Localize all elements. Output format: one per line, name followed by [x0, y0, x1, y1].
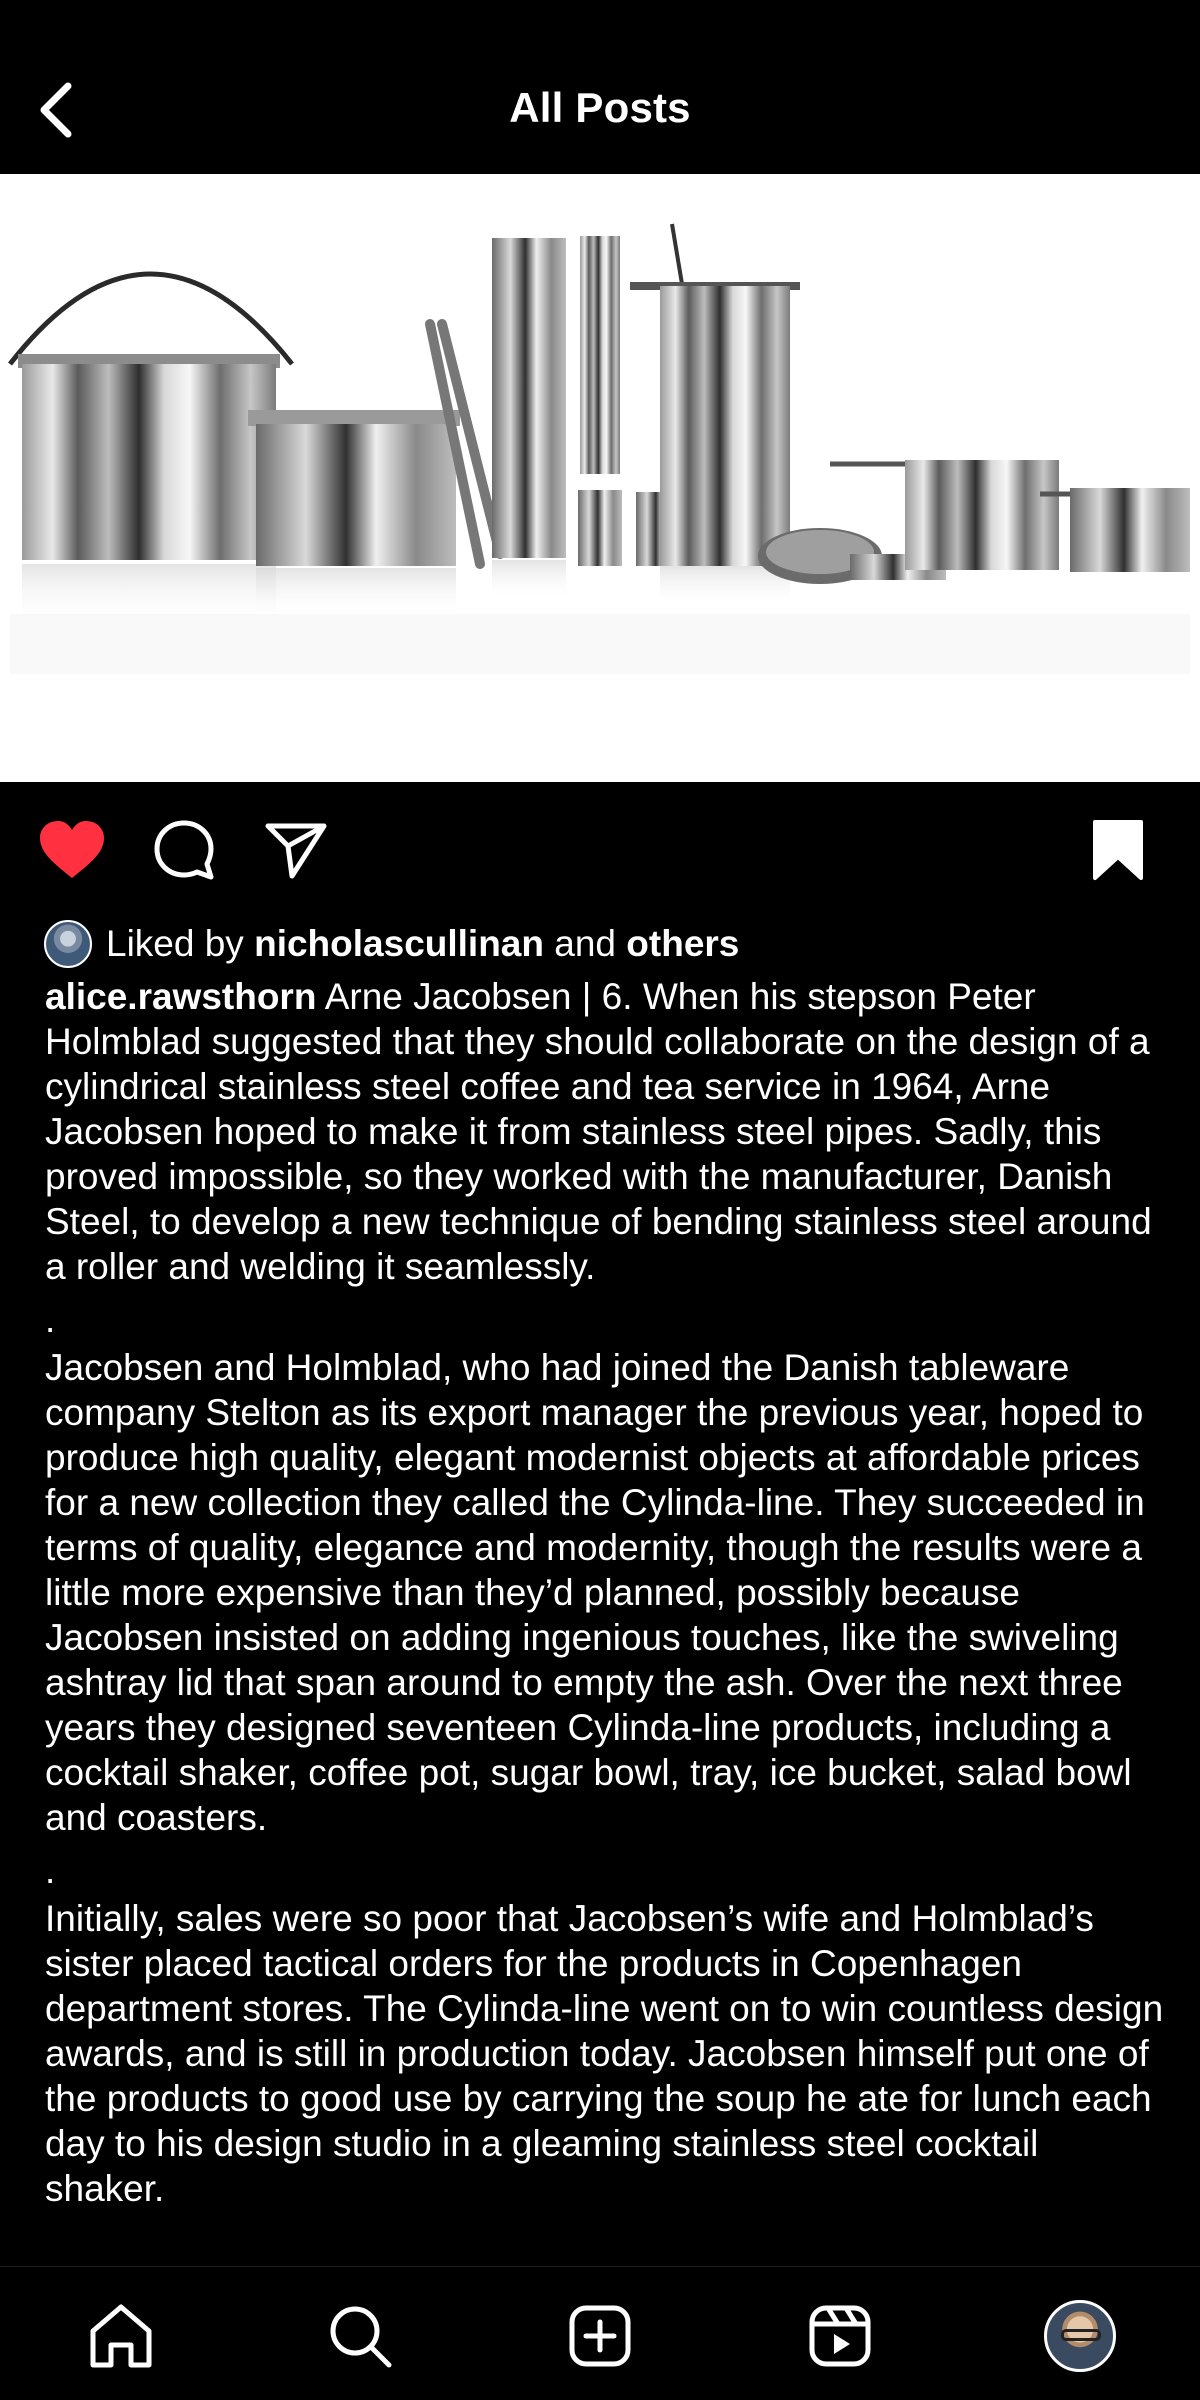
- tab-create[interactable]: [555, 2291, 645, 2381]
- like-button[interactable]: [34, 800, 110, 900]
- top-bar: All Posts: [0, 0, 1200, 174]
- search-icon: [330, 2306, 392, 2368]
- tab-profile[interactable]: [1035, 2291, 1125, 2381]
- heart-filled-icon: [40, 821, 104, 878]
- bottom-tab-bar: [0, 2266, 1200, 2400]
- liker-avatar: [44, 920, 92, 968]
- reels-icon: [809, 2305, 871, 2367]
- page-title: All Posts: [509, 84, 691, 131]
- home-icon: [90, 2304, 152, 2368]
- profile-avatar: [1044, 2300, 1116, 2372]
- post-caption: alice.rawsthorn Arne Jacobsen | 6. When …: [45, 974, 1165, 2264]
- tab-search[interactable]: [315, 2291, 405, 2381]
- share-button[interactable]: [260, 800, 332, 900]
- comment-bubble-icon: [154, 820, 214, 880]
- caption-separator: .: [45, 1299, 56, 1340]
- likes-prefix: Liked by: [106, 923, 244, 964]
- comment-button[interactable]: [148, 800, 220, 900]
- tab-reels[interactable]: [795, 2291, 885, 2381]
- caption-paragraph: Initially, sales were so poor that Jacob…: [45, 1898, 1164, 2209]
- bookmark-filled-icon: [1093, 820, 1143, 880]
- caption-paragraph: alice.rawsthorn Arne Jacobsen | 6. When …: [45, 974, 1165, 1289]
- likes-summary[interactable]: Liked by nicholascullinan and others: [44, 916, 739, 972]
- post-actions: [0, 800, 1200, 900]
- caption-paragraph: Jacobsen and Holmblad, who had joined th…: [45, 1347, 1145, 1838]
- save-button[interactable]: [1080, 800, 1156, 900]
- likes-joiner: and: [554, 923, 617, 964]
- post-image[interactable]: [0, 174, 1200, 782]
- paper-plane-icon: [265, 823, 327, 879]
- product-photo: [0, 174, 1200, 782]
- caption-username[interactable]: alice.rawsthorn: [45, 976, 316, 1017]
- caption-text: Arne Jacobsen | 6. When his stepson Pete…: [45, 976, 1152, 1287]
- caption-separator: .: [45, 1850, 56, 1891]
- plus-square-icon: [569, 2305, 631, 2367]
- tab-home[interactable]: [76, 2291, 166, 2381]
- likes-others[interactable]: others: [626, 923, 739, 965]
- liker-username[interactable]: nicholascullinan: [254, 923, 544, 965]
